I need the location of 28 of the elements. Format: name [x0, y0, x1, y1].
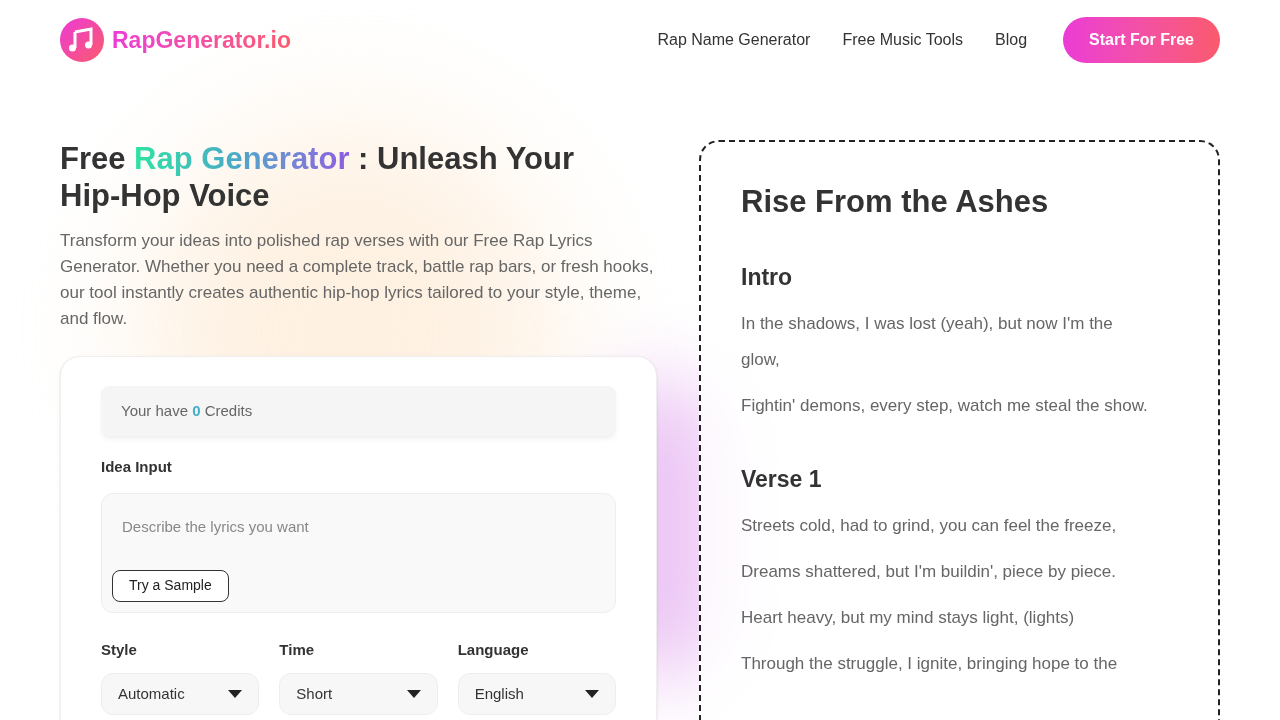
select-dropdown[interactable]: Short — [279, 673, 438, 715]
nav-link[interactable]: Blog — [995, 28, 1028, 52]
caret-down-icon — [406, 690, 421, 698]
select-label: Time — [279, 639, 316, 660]
select-label: Style — [101, 639, 138, 660]
lyric-line: Heart heavy, but my mind stays light, (lights) — [741, 607, 1076, 629]
section-heading: Verse 1 — [741, 465, 823, 494]
idea-input-label: Idea Input — [101, 457, 173, 477]
credits-text: Your have 0 Credits — [121, 400, 253, 421]
lyric-line: Fightin' demons, every step, watch me steal the show. — [741, 395, 1149, 417]
select-dropdown[interactable]: English — [457, 673, 616, 715]
music-note-logo-icon — [60, 18, 104, 62]
select-label: Language — [457, 639, 530, 660]
lyric-line: Streets cold, had to grind, you can feel the freeze, — [741, 515, 1118, 537]
hero-title: Free Rap Generator : Unleash Your Hip-Hop Voice — [60, 140, 575, 214]
idea-input-field[interactable]: Describe the lyrics you want Try a Sample — [101, 492, 616, 613]
select-dropdown[interactable]: Automatic — [101, 673, 260, 715]
caret-down-icon — [228, 690, 243, 698]
lyrics-title: Rise From the Ashes — [741, 183, 1050, 221]
caret-down-icon — [585, 690, 599, 698]
try-sample-button[interactable]: Try a Sample — [112, 569, 229, 602]
lyric-line: Through the struggle, I ignite, bringing hope to the — [741, 653, 1119, 675]
section-heading: Intro — [741, 263, 794, 292]
hero-description: Transform your ideas into polished rap verses with our Free Rap Lyrics Generator. Whether you need a complete track, battle rap bars, or fresh hooks, our tool instantly creates authentic hip-hop lyrics tailored to your style, theme, and flow. — [60, 230, 655, 330]
lyric-line: Dreams shattered, but I'm buildin', piece by piece. — [741, 561, 1117, 583]
lyric-line: In the shadows, I was lost (yeah), but now I'm the glow, — [741, 313, 1114, 371]
nav-link[interactable]: Rap Name Generator — [657, 28, 811, 52]
nav-link[interactable]: Free Music Tools — [842, 28, 964, 52]
